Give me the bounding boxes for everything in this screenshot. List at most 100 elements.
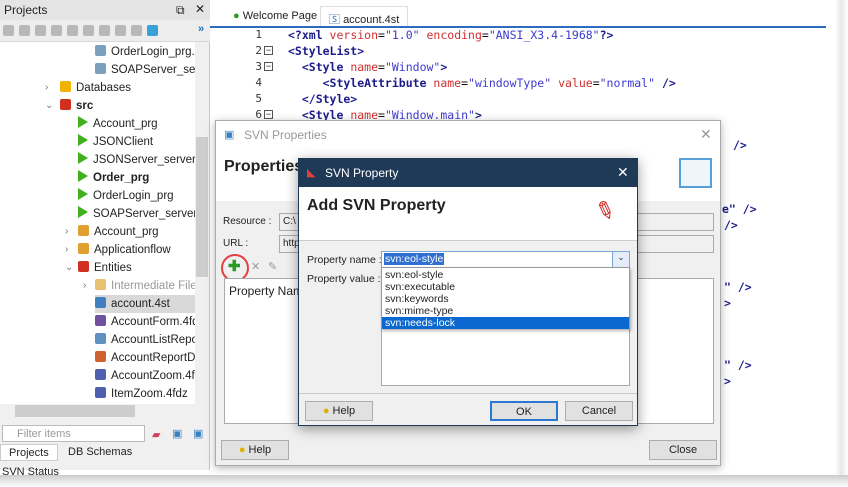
tree-item[interactable]: Applicationflow [78, 241, 171, 259]
tree-item-label: AccountZoom.4fdz [111, 370, 195, 382]
line-number: 2 [255, 44, 262, 57]
new-file-icon[interactable] [115, 25, 126, 36]
close-button[interactable]: Close [649, 440, 717, 460]
settings-icon[interactable] [99, 25, 110, 36]
tab-projects[interactable]: Projects [0, 444, 58, 461]
package-icon[interactable] [131, 25, 142, 36]
xcf-file-icon [95, 63, 106, 74]
tree-item[interactable]: account.4st [95, 295, 195, 313]
fold-toggle-icon[interactable]: − [264, 62, 273, 71]
tree-item-label: SOAPServer_server [93, 208, 195, 220]
cancel-button[interactable]: Cancel [565, 401, 633, 421]
tree-item-label: Account_prg [93, 118, 158, 130]
tree-item[interactable]: Entities [78, 259, 132, 277]
tree-item[interactable]: OrderLogin_prg.xcf [95, 43, 195, 61]
tree-item[interactable]: SOAPServer_server [78, 205, 195, 223]
fold-toggle-icon[interactable]: − [264, 110, 273, 119]
expand-toggle[interactable]: › [65, 244, 68, 255]
dialog-heading: Properties [224, 158, 304, 175]
code-token: "ANSI_X3.4-1968" [488, 28, 600, 42]
collapse-icon[interactable]: ▣ [172, 427, 182, 440]
filter-input[interactable]: Filter items [2, 425, 145, 442]
help-button[interactable]: ● Help [221, 440, 289, 460]
expand-toggle[interactable]: ⌄ [65, 262, 73, 273]
expand-toggle[interactable]: › [65, 226, 68, 237]
tree-item-label: Applicationflow [94, 244, 171, 256]
tree-item[interactable]: JSONClient [78, 133, 153, 151]
tab-welcome-page[interactable]: ● Welcome Page [225, 6, 325, 26]
help-button[interactable]: ● Help [305, 401, 373, 421]
fold-toggle-icon[interactable]: − [264, 46, 273, 55]
program-icon [78, 152, 88, 164]
code-fragment: /> [724, 218, 738, 232]
svn-property-dialog: ◣ SVN Property ✕ Add SVN Property ✎ Prop… [298, 158, 638, 426]
tab-account-4st[interactable]: 🅂 account.4st [320, 6, 409, 26]
property-name-combobox[interactable]: svn:eol-style ⌄ [381, 251, 630, 268]
tree-item[interactable]: AccountForm.4fd [95, 313, 195, 331]
code-line: <StyleList> [288, 44, 364, 58]
debug-icon[interactable] [83, 25, 94, 36]
code-token: </Style> [288, 92, 358, 106]
folder-icon[interactable] [67, 25, 78, 36]
sync-icon[interactable] [147, 25, 158, 36]
add-property-button[interactable]: ✚ [228, 257, 241, 275]
code-line: <StyleAttribute name="windowType" value=… [288, 76, 676, 90]
tree-horizontal-scrollbar[interactable] [0, 404, 195, 418]
folder-error-icon [78, 261, 89, 272]
property-name-label: Property name : [307, 254, 382, 266]
tab-db-schemas[interactable]: DB Schemas [60, 444, 140, 461]
ok-button[interactable]: OK [490, 401, 558, 421]
package-error-icon [60, 99, 71, 110]
report-file-icon [95, 333, 106, 344]
tree-item-label: OrderLogin_prg.xcf [111, 46, 195, 58]
expand-icon[interactable]: ▣ [193, 427, 203, 440]
expand-toggle[interactable]: › [45, 82, 48, 93]
dropdown-option[interactable]: svn:keywords [382, 293, 629, 305]
eraser-icon[interactable]: ▰ [152, 428, 160, 441]
tree-item[interactable]: src [60, 97, 93, 115]
dropdown-option[interactable]: svn:eol-style [382, 269, 629, 281]
dropdown-option[interactable]: svn:needs-lock [382, 317, 629, 329]
tree-item[interactable]: AccountReportDesign [95, 349, 195, 367]
edit-property-button[interactable]: ✎ [268, 260, 277, 273]
tree-item[interactable]: JSONServer_server [78, 151, 195, 169]
tree-item-label: Order_prg [93, 172, 150, 184]
build-icon[interactable] [3, 25, 14, 36]
expand-toggle[interactable]: ⌄ [45, 100, 53, 111]
code-token: name [350, 60, 379, 74]
compile-icon[interactable] [19, 25, 30, 36]
tree-item[interactable]: Databases [60, 79, 131, 97]
code-token: <StyleAttribute [288, 76, 434, 90]
close-icon[interactable]: ✕ [617, 164, 629, 181]
tree-item[interactable]: AccountZoom.4fdz [95, 367, 195, 385]
tree-item[interactable]: Order_prg [78, 169, 149, 187]
run-icon[interactable] [35, 25, 46, 36]
restore-icon[interactable]: ⧉ [176, 3, 185, 18]
chevron-down-icon[interactable]: ⌄ [612, 252, 629, 267]
close-icon[interactable]: ✕ [195, 2, 205, 16]
dropdown-option[interactable]: svn:executable [382, 281, 629, 293]
tree-item[interactable]: OrderLogin_prg [78, 187, 174, 205]
tree-item[interactable]: Intermediate Files [95, 277, 195, 295]
tab-label: account.4st [343, 14, 400, 26]
tree-item[interactable]: SOAPServer_server.xcf [95, 61, 195, 79]
delete-property-button[interactable]: ✕ [251, 260, 260, 273]
tree-item[interactable]: Account_prg [78, 223, 159, 241]
tree-item-label: JSONClient [93, 136, 154, 148]
tree-item-label: Databases [76, 82, 131, 94]
code-token: encoding [419, 28, 482, 42]
dropdown-option[interactable]: svn:mime-type [382, 305, 629, 317]
resource-label: Resource : [223, 216, 272, 227]
combobox-value[interactable]: svn:eol-style [384, 253, 445, 265]
tree-item[interactable]: AccountListReport [95, 331, 195, 349]
stop-icon[interactable] [51, 25, 62, 36]
tree-item[interactable]: Account_prg [78, 115, 158, 133]
code-token: = [378, 28, 385, 42]
tree-item-label: SOAPServer_server.xcf [111, 64, 195, 76]
project-tree: OrderLogin_prg.xcf SOAPServer_server.xcf ›… [0, 42, 195, 404]
more-button[interactable]: » [198, 23, 204, 35]
tree-vertical-scrollbar[interactable] [195, 42, 209, 404]
expand-toggle[interactable]: › [83, 280, 86, 291]
tree-item[interactable]: ItemZoom.4fdz [95, 385, 188, 403]
close-icon[interactable]: ✕ [700, 126, 712, 143]
